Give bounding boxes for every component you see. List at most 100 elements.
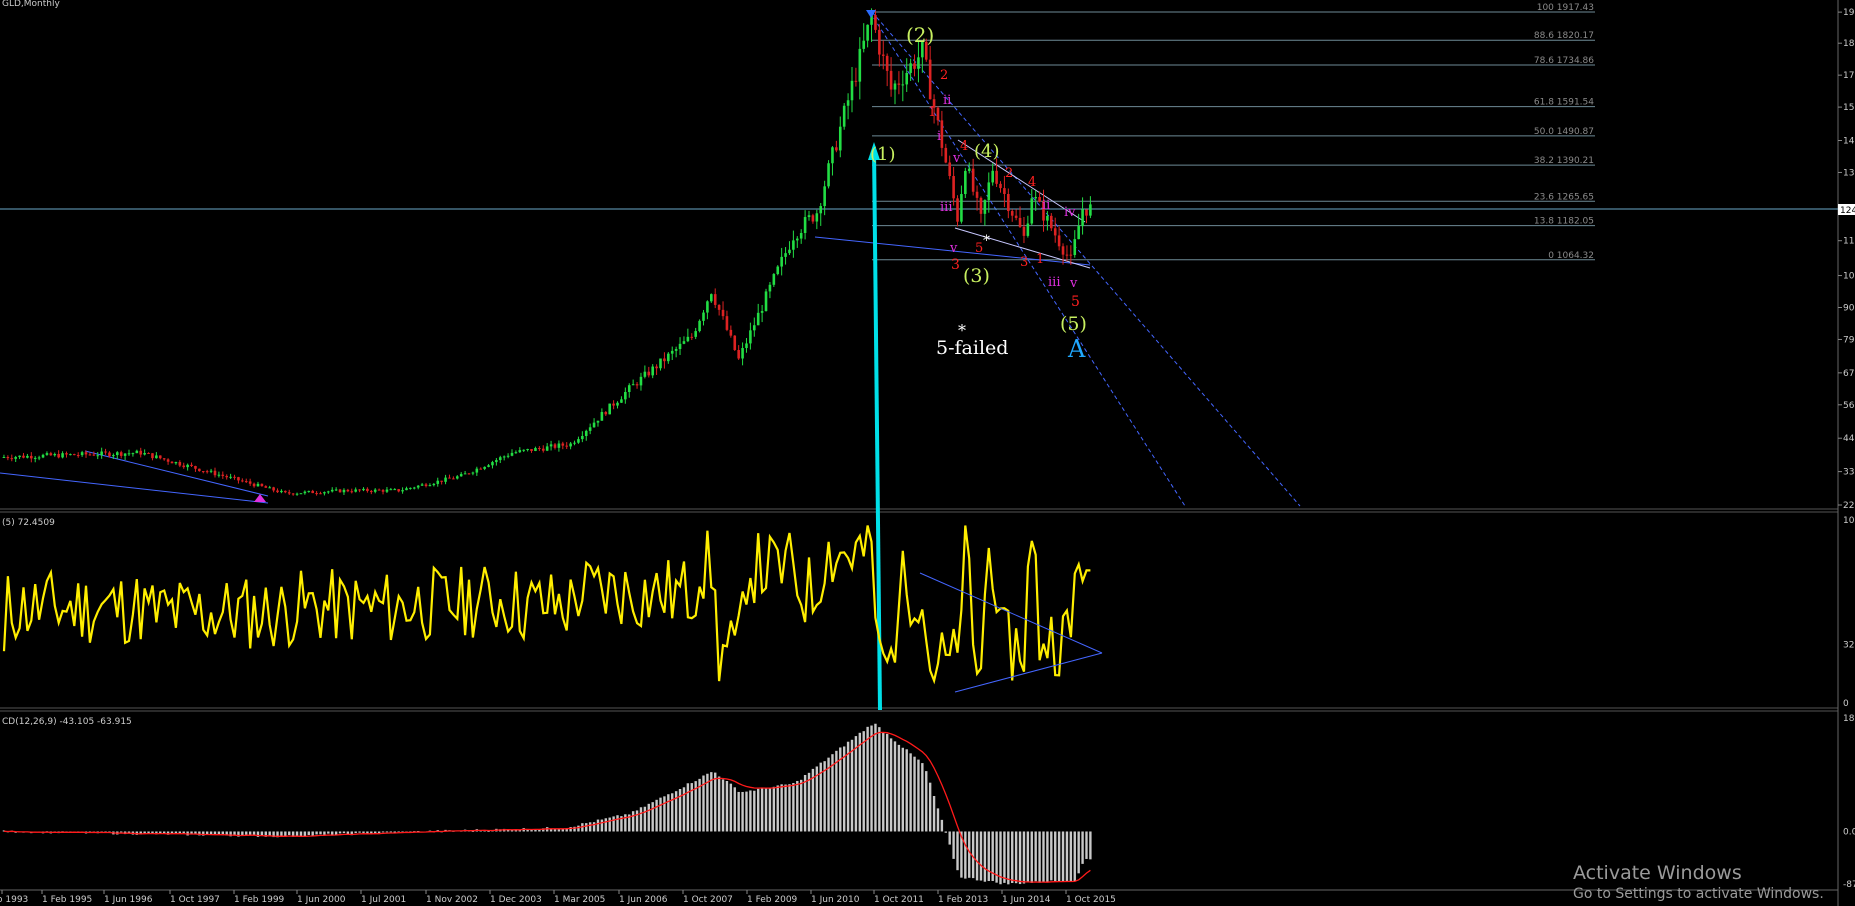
macd-bar [780, 784, 783, 832]
macd-bar [604, 818, 607, 832]
fib-level-label: 50.0 1490.87 [1534, 127, 1594, 137]
date-tick-label: 1 Jun 2000 [297, 895, 346, 905]
candle-body [237, 477, 240, 481]
rsi-tick-label: 100 [1843, 516, 1855, 526]
watermark-line-1: Activate Windows [1573, 862, 1742, 884]
macd-bar [596, 819, 600, 832]
candle-body [498, 457, 502, 461]
candle-body [209, 470, 213, 472]
candle-body [342, 489, 346, 493]
candle-body [831, 147, 834, 164]
macd-bar [956, 831, 959, 871]
candle-body [522, 449, 526, 451]
candle-body [233, 476, 236, 478]
macd-bar [757, 788, 760, 832]
candle-body [143, 452, 146, 455]
candle-body [967, 168, 971, 171]
current-price-tag: 124 [1840, 206, 1855, 216]
macd-bar [932, 795, 936, 832]
trendlines [0, 11, 1301, 507]
date-tick-label: 1 Feb 1993 [0, 895, 28, 905]
macd-bar [940, 819, 944, 832]
candle-body [170, 461, 174, 464]
candle-body [655, 366, 658, 369]
candle-body [440, 480, 443, 482]
candle-body [1022, 226, 1026, 236]
candle-body [409, 487, 412, 489]
fib-level-label: 88.6 1820.17 [1534, 31, 1594, 41]
candle-body [18, 455, 21, 458]
macd-bar [327, 831, 330, 834]
price-tick-label: 56 [1843, 401, 1855, 411]
macd-bar [588, 822, 592, 832]
macd-bar [741, 791, 744, 832]
candle-body [155, 455, 158, 459]
macd-bar [983, 831, 987, 882]
candle-body [510, 452, 514, 456]
candle-body [534, 448, 537, 451]
price-tick-label: 79 [1843, 335, 1855, 345]
gold-chart-canvas[interactable]: 100 1917.43 88.6 1820.17 78.6 1734.86 61.8 … [0, 0, 1855, 906]
candle-body [901, 84, 905, 86]
price-tick-label: 147 [1843, 136, 1855, 146]
macd-bar [964, 831, 967, 879]
candle-body [393, 489, 397, 491]
candle-body [346, 489, 350, 492]
candle-body [72, 454, 76, 456]
date-axis: 1 Feb 1993 1 Feb 1995 1 Jun 1996 1 Oct 1997… [0, 890, 1116, 905]
candle-body [756, 312, 760, 326]
candle-body [491, 462, 494, 466]
macd-bar [1081, 831, 1084, 864]
candle-body [467, 473, 471, 475]
candle-body [604, 412, 608, 415]
macd-bar [885, 733, 889, 832]
candle-body [639, 376, 643, 386]
candle-body [1061, 246, 1065, 255]
candle-body [424, 484, 428, 487]
candle-body [541, 448, 545, 451]
fib-level-label: 13.8 1182.05 [1534, 217, 1594, 227]
macd-bar [1057, 831, 1061, 882]
price-tick-label: 101 [1843, 272, 1855, 282]
macd-bar [979, 831, 983, 881]
candle-body [749, 330, 752, 344]
candle-body [670, 350, 674, 354]
macd-bar [792, 782, 795, 832]
candle-body [362, 488, 365, 491]
macd-bar [936, 808, 940, 832]
candle-body [565, 445, 569, 447]
candle-body [1073, 239, 1077, 256]
macd-bar [772, 786, 776, 832]
candle-body [917, 57, 920, 69]
candle-body [2, 457, 6, 459]
candle-body [315, 493, 318, 495]
candle-body [557, 443, 561, 448]
candle-body [284, 490, 287, 493]
candle-body [381, 490, 385, 492]
candle-body [502, 456, 506, 458]
candle-body [385, 489, 389, 492]
rsi-line [2, 525, 1091, 685]
macd-bar [968, 831, 971, 878]
trendline-lower-1 [0, 472, 269, 504]
candle-body [1050, 215, 1053, 229]
candle-body [764, 291, 768, 312]
date-tick-label: 1 Nov 2002 [426, 895, 478, 905]
candle-body [776, 266, 780, 275]
candle-body [123, 453, 127, 456]
macd-bar [714, 772, 717, 832]
macd-bar [921, 763, 924, 832]
macd-bar [241, 831, 244, 836]
candle-body [612, 403, 615, 406]
macd-bar [803, 774, 807, 832]
macd-bar [1014, 831, 1018, 884]
candle-body [514, 452, 518, 454]
candle-body [815, 213, 819, 222]
candle-body [717, 304, 721, 310]
candle-body [905, 72, 909, 85]
candle-body [698, 320, 701, 332]
candle-body [784, 253, 787, 257]
macd-bar [897, 744, 901, 832]
rsi-axis: 100 32 0 [1843, 516, 1855, 709]
macd-bar [342, 831, 346, 834]
